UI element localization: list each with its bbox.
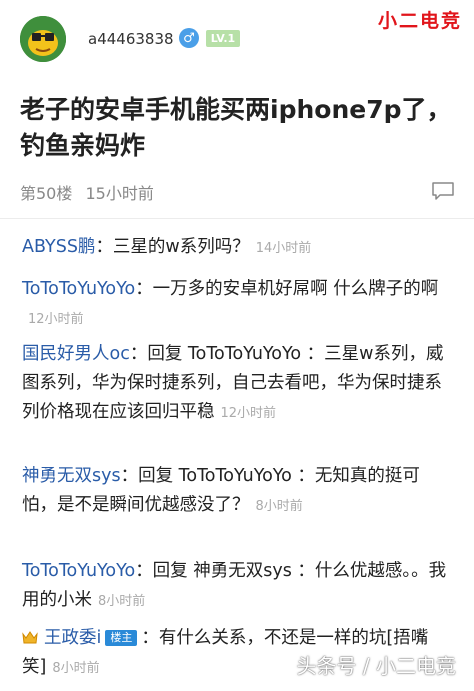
comment-icon[interactable] [432,182,454,200]
floor-meta: 第50楼 15小时前 [20,180,154,204]
avatar-icon [20,16,66,62]
comment-author[interactable]: 王政委i [44,628,101,648]
crown-icon [22,631,38,644]
post-title: 老子的安卓手机能买两iphone7p了，钓鱼亲妈炸 [20,95,452,160]
avatar[interactable] [20,16,66,62]
footer-watermark: 头条号 / 小二电竞 [296,654,456,678]
comment-author[interactable]: ToToToYuYoYo [22,561,135,581]
divider [0,218,474,219]
comment-time: 8小时前 [255,499,303,514]
comment-time: 8小时前 [98,594,146,609]
comment-time: 12小时前 [220,406,277,421]
comment-time: 14小时前 [255,241,312,256]
comment-time: 8小时前 [52,661,100,676]
comment-item[interactable]: 神勇无双sys：回复 ToToToYuYoYo ：无知真的挺可怕，是不是瞬间优越… [22,462,454,521]
author-badge: 楼主 [105,630,138,646]
level-badge: LV.1 [206,30,240,47]
comment-author[interactable]: ToToToYuYoYo [22,279,135,299]
watermark-label: 小二电竞 [377,10,462,32]
comment-item[interactable]: 国民好男人oc：回复 ToToToYuYoYo ：三星w系列，威图系列，华为保时… [22,340,454,428]
comment-time: 12小时前 [28,312,84,327]
comment-text: ：三星的w系列吗？ [95,237,250,257]
comment-item[interactable]: ToToToYuYoYo：一万多的安卓机好屌啊 什么牌子的啊 12小时前 [22,275,454,334]
comment-item[interactable]: ToToToYuYoYo：回复 神勇无双sys ：什么优越感。。我用的小米 8小时… [22,557,454,616]
floor-number: 第50楼 [20,184,73,203]
comment-item[interactable]: ABYSS鹏：三星的w系列吗？ 14小时前 [22,233,454,263]
comment-author[interactable]: ABYSS鹏 [22,237,95,257]
comment-text: ：一万多的安卓机好屌啊 什么牌子的啊 [135,279,439,299]
username[interactable]: a44463838 [88,30,174,48]
comment-author[interactable]: 神勇无双sys [22,466,121,486]
comment-author[interactable]: 国民好男人oc [22,344,130,364]
male-icon: ♂ [179,28,199,48]
floor-time: 15小时前 [85,184,154,203]
